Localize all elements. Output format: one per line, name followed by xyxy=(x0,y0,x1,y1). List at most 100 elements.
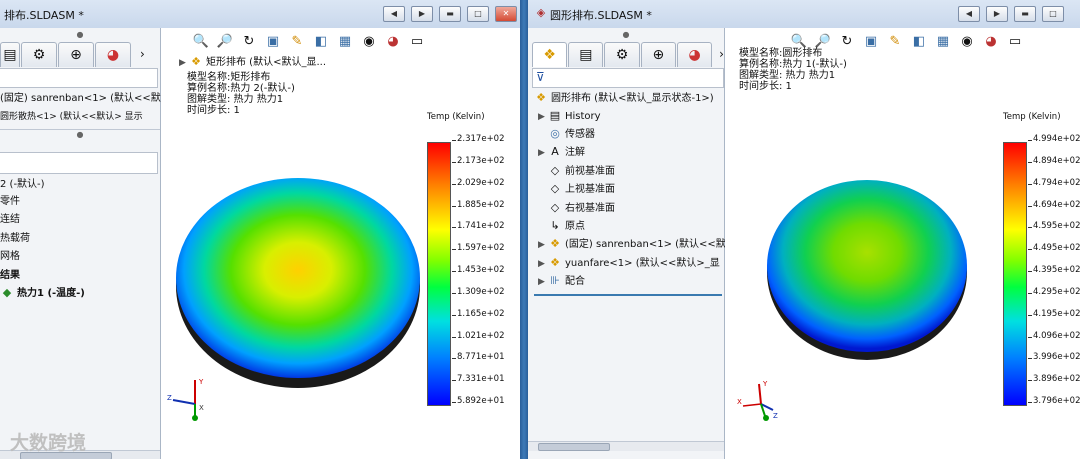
left-close-button[interactable]: ✕ xyxy=(495,6,517,22)
monitor-icon[interactable]: ▭ xyxy=(407,31,427,51)
left-prev-button[interactable]: ◀ xyxy=(383,6,405,22)
sim-result-thermal1-row[interactable]: ◆ 热力1 (-温度-) xyxy=(0,285,85,302)
sim-study-row[interactable]: 2 (-默认-) xyxy=(0,176,45,193)
sim-results-row[interactable]: 结果 xyxy=(0,267,20,284)
tree-item-sanrenban[interactable]: ▶ ❖ (固定) sanrenban<1> (默认<<默 xyxy=(538,236,726,253)
left-maximize-button[interactable]: □ xyxy=(467,6,489,22)
view-orientation-icon[interactable]: ▦ xyxy=(335,31,355,51)
tree-item-annotations[interactable]: ▶ A 注解 xyxy=(538,144,585,161)
tree-root-assembly[interactable]: ❖ 圆形排布 (默认<默认_显示状态-1>) xyxy=(534,90,714,107)
tabs-more-icon[interactable]: › xyxy=(140,42,145,68)
thermal-plot-circular-disk xyxy=(767,180,967,360)
sim-parts-row[interactable]: 零件 xyxy=(0,193,20,210)
hide-show-icon[interactable]: ◧ xyxy=(311,31,331,51)
tab-display[interactable]: ◕ xyxy=(676,42,713,67)
appearance-icon[interactable]: ◉ xyxy=(359,31,379,51)
right-minimize-button[interactable]: ▬ xyxy=(1014,6,1036,22)
view-orientation-icon[interactable]: ▦ xyxy=(933,31,953,51)
tree-item-origin[interactable]: ↳ 原点 xyxy=(538,218,585,235)
simulation-filter-field[interactable] xyxy=(0,152,158,174)
right-prev-button[interactable]: ◀ xyxy=(958,6,980,22)
left-graphics-area[interactable]: 🔍 🔎 ↻ ▣ ✎ ◧ ▦ ◉ ◕ ▭ ▶ ❖ 矩形排布 (默认<默认_显... 模… xyxy=(161,28,520,459)
expand-icon[interactable]: ▶ xyxy=(538,109,548,126)
tree-item-front-plane[interactable]: ◇ 前视基准面 xyxy=(538,163,615,180)
info-model-name: 模型名称:圆形排布 xyxy=(739,48,823,59)
tree-item-top-plane[interactable]: ◇ 上视基准面 xyxy=(538,181,615,198)
sw-doc-icon: ◈ xyxy=(536,6,546,19)
svg-text:Z: Z xyxy=(773,412,778,420)
right-panel-scrollbar[interactable] xyxy=(528,441,724,451)
sim-thermal-loads-row[interactable]: 热载荷 xyxy=(0,230,30,247)
tab-dimxpert[interactable]: ⊕ xyxy=(58,42,94,67)
tree-row-sanrenban[interactable]: (固定) sanrenban<1> (默认<<默 xyxy=(0,90,161,107)
tree-label: 连结 xyxy=(0,214,20,225)
plane-icon: ◇ xyxy=(550,182,560,195)
section-view-icon[interactable]: ▣ xyxy=(263,31,283,51)
tree-item-right-plane[interactable]: ◇ 右视基准面 xyxy=(538,200,615,217)
tab-dimxpert[interactable]: ⊕ xyxy=(640,42,676,67)
zoom-area-icon[interactable]: 🔎 xyxy=(215,31,235,51)
left-minimize-button[interactable]: ▬ xyxy=(439,6,461,22)
scene-icon[interactable]: ◕ xyxy=(383,31,403,51)
scene-icon[interactable]: ◕ xyxy=(981,31,1001,51)
legend-tick-label: 4.994e+02 xyxy=(1028,134,1080,144)
right-next-button[interactable]: ▶ xyxy=(986,6,1008,22)
tree-item-sensors[interactable]: ◎ 传感器 xyxy=(538,126,595,143)
rollback-bar[interactable] xyxy=(534,294,722,296)
tree-item-yuanfare[interactable]: ▶ ❖ yuanfare<1> (默认<<默认>_显 xyxy=(538,255,720,272)
legend-tick-label: 2.173e+02 xyxy=(452,155,505,166)
scroll-thumb[interactable] xyxy=(538,443,610,451)
display-style-icon[interactable]: ✎ xyxy=(287,31,307,51)
left-next-button[interactable]: ▶ xyxy=(411,6,433,22)
tree-item-history[interactable]: ▶ ▤ History xyxy=(538,108,601,125)
tab-display[interactable]: ◕ xyxy=(95,42,131,67)
expand-icon[interactable]: ▶ xyxy=(538,237,548,254)
history-icon: ▤ xyxy=(549,109,561,122)
right-maximize-button[interactable]: □ xyxy=(1042,6,1064,22)
monitor-icon[interactable]: ▭ xyxy=(1005,31,1025,51)
section-view-icon[interactable]: ▣ xyxy=(861,31,881,51)
tree-item-mates[interactable]: ▶ ⊪ 配合 xyxy=(538,273,585,290)
tree-row-circular[interactable]: 圆形散热<1> (默认<<默认> 显示 xyxy=(0,108,143,125)
panel-splitter[interactable]: ● xyxy=(0,129,160,139)
model-tree-flyout[interactable]: ▶ ❖ 矩形排布 (默认<默认_显... xyxy=(179,54,326,71)
panel-grip[interactable]: ● xyxy=(0,30,160,39)
svg-text:Y: Y xyxy=(198,378,204,386)
appearance-icon[interactable]: ◉ xyxy=(957,31,977,51)
tab-property-manager[interactable]: ▤ xyxy=(568,42,604,67)
part-icon: ❖ xyxy=(550,237,560,250)
tree-label: 结果 xyxy=(0,270,20,281)
right-graphics-area[interactable]: 🔍 🔎 ↻ ▣ ✎ ◧ ▦ ◉ ◕ ▭ 模型名称:圆形排布 算例名称:热力 1(… xyxy=(725,28,1080,459)
sensor-icon: ◎ xyxy=(550,127,560,140)
hide-show-icon[interactable]: ◧ xyxy=(909,31,929,51)
rotate-icon[interactable]: ↻ xyxy=(239,31,259,51)
tree-label: 热载荷 xyxy=(0,233,30,244)
expand-icon[interactable]: ▶ xyxy=(538,145,548,162)
sim-connections-row[interactable]: 连结 xyxy=(0,211,20,228)
filter-field[interactable] xyxy=(0,68,158,88)
expand-icon[interactable]: ▶ xyxy=(538,274,548,291)
display-style-icon[interactable]: ✎ xyxy=(885,31,905,51)
legend-tick-label: 4.096e+02 xyxy=(1028,330,1080,341)
left-feature-panel: ● ▤ ⚙ ⊕ ◕ › (固定) sanrenban<1> (默认<<默 圆形散… xyxy=(0,28,161,459)
tabs-more-icon[interactable]: › xyxy=(719,42,724,68)
expand-icon[interactable]: ▶ xyxy=(538,256,548,273)
legend-tick-label: 1.741e+02 xyxy=(452,221,505,232)
tab-configuration[interactable]: ⚙ xyxy=(604,42,640,67)
result-plot-icon: ◆ xyxy=(2,286,12,299)
legend-tick-label: 1.309e+02 xyxy=(452,286,505,297)
right-window-title: 圆形排布.SLDASM * xyxy=(550,9,652,22)
tab-feature-manager[interactable]: ❖ xyxy=(532,42,568,67)
sim-mesh-row[interactable]: 网格 xyxy=(0,248,20,265)
tab-property-manager[interactable]: ▤ xyxy=(0,42,20,67)
right-titlebar: ◈ 圆形排布.SLDASM * ◀ ▶ ▬ □ xyxy=(528,0,1080,29)
left-titlebar: 排布.SLDASM * ◀ ▶ ▬ □ ✕ xyxy=(0,0,520,29)
tab-configuration[interactable]: ⚙ xyxy=(21,42,57,67)
info-study-name: 算例名称:热力 2(-默认-) xyxy=(187,83,295,94)
panel-grip[interactable]: ● xyxy=(528,30,724,39)
search-icon[interactable]: 🔍 xyxy=(191,31,211,51)
left-view-toolbar: 🔍 🔎 ↻ ▣ ✎ ◧ ▦ ◉ ◕ ▭ xyxy=(191,28,427,54)
filter-field[interactable]: ⊽ xyxy=(532,68,724,88)
filter-icon[interactable]: ⊽ xyxy=(536,70,545,84)
info-model-name: 模型名称:矩形排布 xyxy=(187,72,271,83)
